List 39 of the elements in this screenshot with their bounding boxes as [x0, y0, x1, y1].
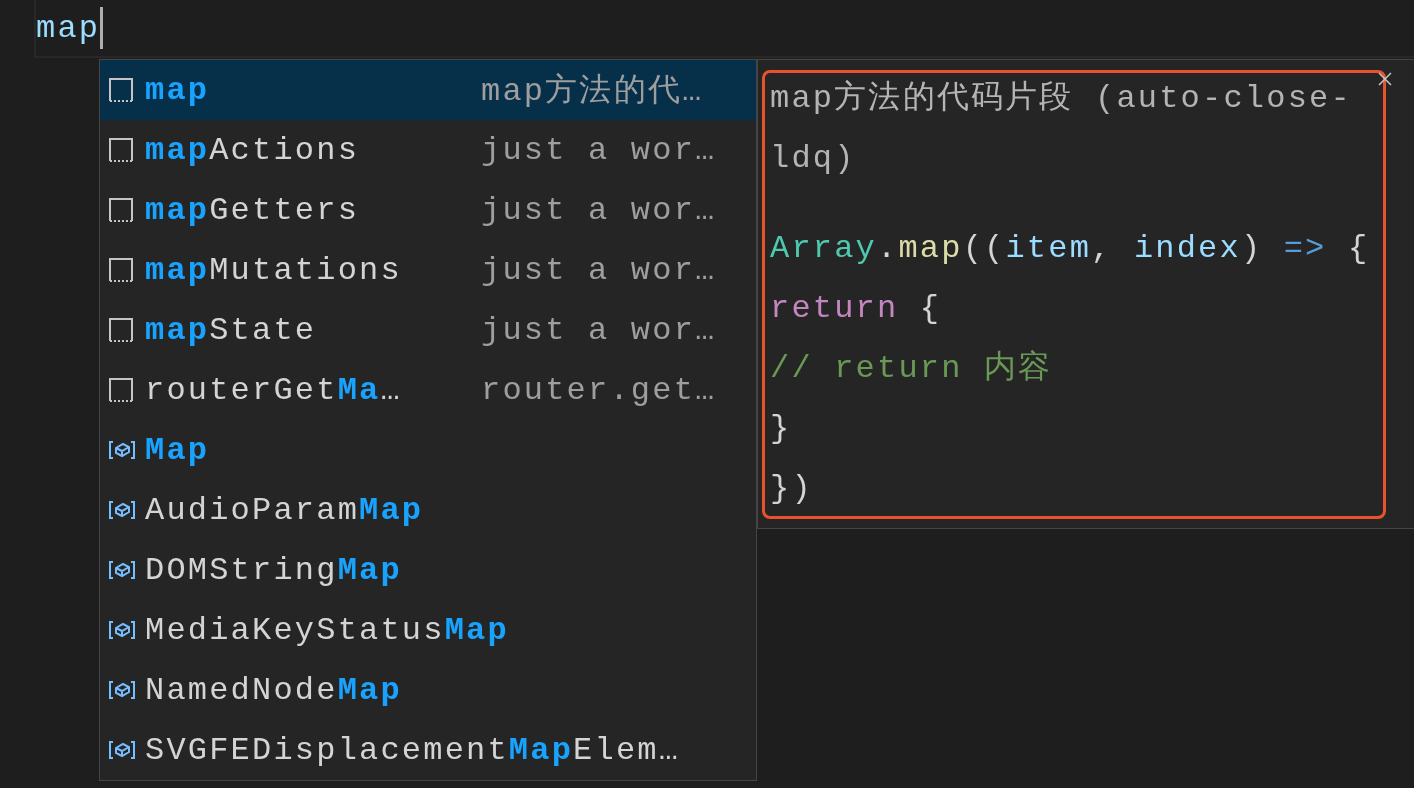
snippet-title: map方法的代码片段 (auto-close-ldq) — [770, 79, 1353, 179]
cube-icon — [108, 439, 136, 461]
code-line: return { — [770, 289, 942, 329]
suggestion-detail: just a wor… — [481, 191, 717, 229]
suggestion-item[interactable]: Map — [100, 420, 756, 480]
suggestion-detail: just a wor… — [481, 131, 717, 169]
cube-icon — [108, 499, 136, 521]
suggestion-item[interactable]: routerGetMa… router.get… — [100, 360, 756, 420]
snippet-icon — [108, 377, 134, 403]
text-cursor — [100, 7, 104, 49]
editor-text: map — [36, 9, 101, 47]
suggestion-item[interactable]: SVGFEDisplacementMapElem… — [100, 720, 756, 780]
code-line: } — [770, 409, 792, 449]
snippet-icon — [108, 257, 134, 283]
suggestion-detail: just a wor… — [481, 311, 717, 349]
snippet-icon — [108, 77, 134, 103]
suggestion-detail: just a wor… — [481, 251, 717, 289]
suggestion-item[interactable]: map map方法的代… — [100, 60, 756, 120]
snippet-icon — [108, 137, 134, 163]
suggestion-detail: router.get… — [481, 371, 717, 409]
suggestion-item[interactable]: AudioParamMap — [100, 480, 756, 540]
snippet-icon — [108, 317, 134, 343]
suggestion-item[interactable]: mapGetters just a wor… — [100, 180, 756, 240]
code-line: Array.map((item, index) => { — [770, 229, 1370, 269]
code-line: // return 内容 — [770, 349, 1053, 389]
cube-icon — [108, 619, 136, 641]
suggestion-item[interactable]: mapMutations just a wor… — [100, 240, 756, 300]
close-icon[interactable] — [1378, 72, 1392, 86]
cube-icon — [108, 739, 136, 761]
suggestion-item[interactable]: DOMStringMap — [100, 540, 756, 600]
suggestion-item[interactable]: mapActions just a wor… — [100, 120, 756, 180]
cube-icon — [108, 679, 136, 701]
code-line: }) — [770, 469, 813, 509]
suggestion-item[interactable]: MediaKeyStatusMap — [100, 600, 756, 660]
cube-icon — [108, 559, 136, 581]
suggestion-detail: map方法的代… — [481, 72, 704, 112]
snippet-icon — [108, 197, 134, 223]
suggestion-item[interactable]: NamedNodeMap — [100, 660, 756, 720]
suggestion-item[interactable]: mapState just a wor… — [100, 300, 756, 360]
